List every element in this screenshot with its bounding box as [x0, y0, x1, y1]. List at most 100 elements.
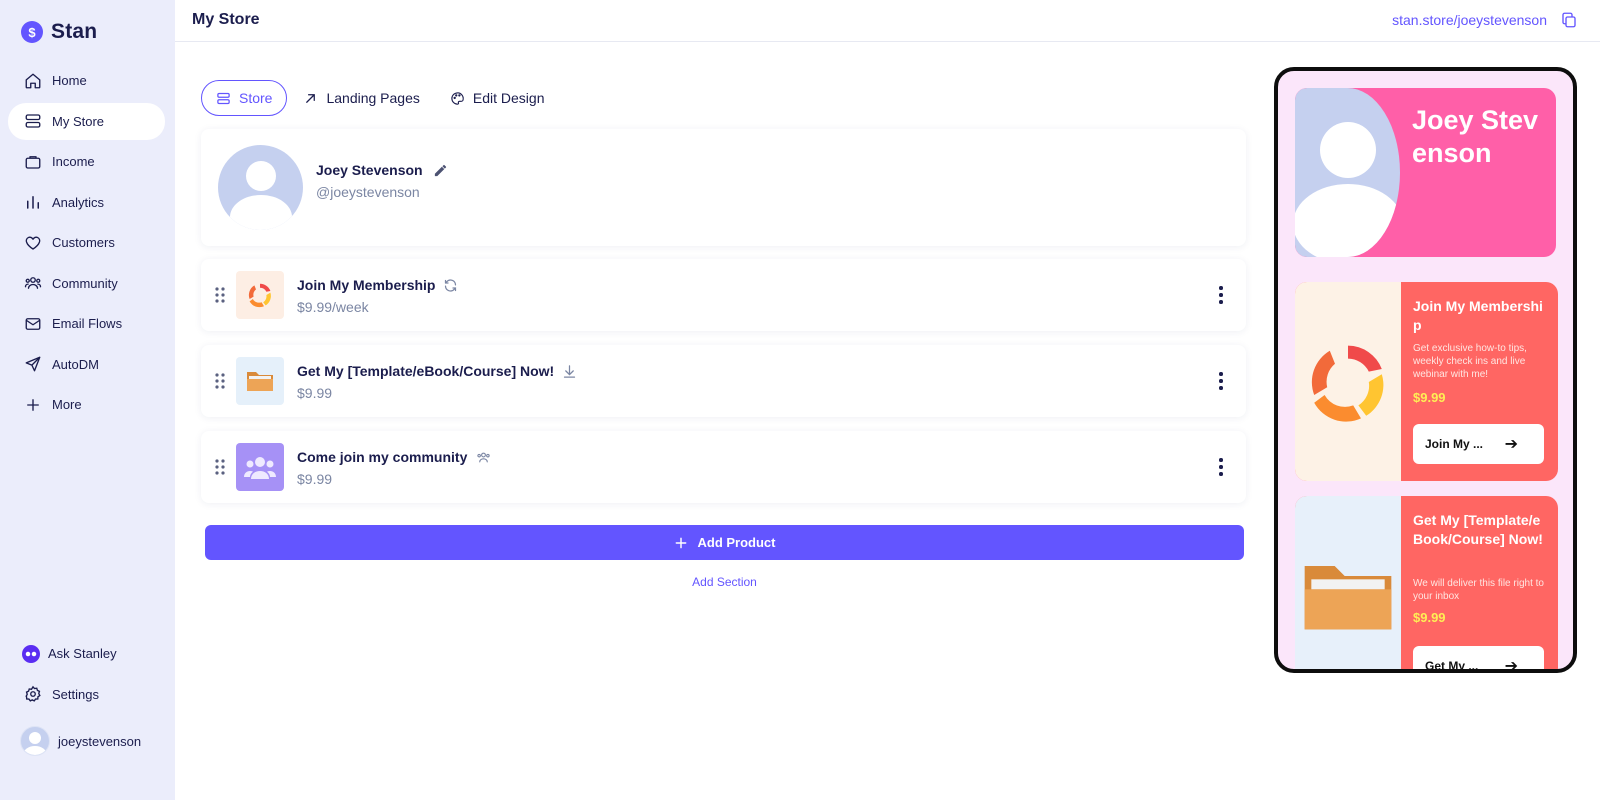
sidebar-item-ask-stanley[interactable]: Ask Stanley [8, 635, 165, 672]
profile-avatar[interactable] [218, 145, 303, 230]
group-icon [244, 457, 276, 479]
folder-icon [247, 372, 273, 391]
topbar: My Store stan.store/joeystevenson [175, 0, 1600, 42]
preview-cta-button[interactable]: Join My ... ➔ [1413, 424, 1544, 464]
tab-label: Store [239, 90, 273, 106]
bar-chart-icon [27, 196, 39, 209]
sidebar-item-my-store[interactable]: My Store [8, 102, 165, 140]
drag-handle-icon[interactable] [214, 458, 226, 476]
product-price: $9.99 [297, 471, 333, 487]
sidebar-item-email-flows[interactable]: Email Flows [8, 305, 165, 342]
sidebar-item-label: Home [52, 73, 87, 88]
recycle-arrows-icon [248, 283, 271, 308]
folder-icon [1304, 566, 1392, 630]
sidebar-item-label: Email Flows [52, 316, 123, 331]
tab-label: Edit Design [472, 90, 545, 106]
stanley-icon [22, 644, 40, 663]
store-icon [217, 92, 230, 104]
copy-icon[interactable] [1560, 11, 1578, 29]
tab-edit-design[interactable]: Edit Design [450, 80, 559, 116]
sidebar: $ Stan Home My Store Income Analytics Cu… [0, 0, 175, 800]
product-card[interactable]: Get My [Template/eBook/Course] Now! $9.9… [201, 345, 1246, 417]
plus-icon [675, 537, 686, 548]
brand[interactable]: $ Stan [21, 20, 97, 44]
preview-hero-name: Joey Stevenson [1412, 105, 1539, 168]
sidebar-item-customers[interactable]: Customers [8, 224, 165, 261]
preview-product-description: We will deliver this file right to your … [1413, 578, 1544, 602]
heart-icon [25, 236, 41, 250]
profile-handle: @joeystevenson [316, 184, 420, 200]
preview-product-title: Get My [Template/eBook/Course] Now! [1413, 512, 1543, 547]
preview-cta-label: Join My ... [1425, 437, 1484, 451]
stan-logo-icon: $ [21, 21, 43, 43]
avatar [20, 726, 50, 756]
profile-card: Joey Stevenson @joeystevenson [201, 129, 1246, 246]
product-thumbnail [236, 443, 284, 491]
add-product-label: Add Product [697, 535, 776, 550]
preview-product-image [1295, 282, 1401, 481]
profile-name: Joey Stevenson [316, 162, 423, 178]
sidebar-item-community[interactable]: Community [8, 265, 165, 302]
store-url-link[interactable]: stan.store/joeystevenson [1392, 12, 1547, 28]
product-thumbnail [236, 357, 284, 405]
more-options-icon[interactable] [1218, 286, 1224, 304]
product-thumbnail [236, 271, 284, 319]
arrow-right-icon: ➔ [1504, 436, 1518, 453]
recurring-icon [445, 278, 457, 292]
tab-landing-pages[interactable]: Landing Pages [303, 80, 433, 116]
preview-product-price: $9.99 [1413, 390, 1446, 405]
store-preview-phone: Joey Stevenson Join My Membership Get ex… [1274, 67, 1577, 673]
drag-handle-icon[interactable] [214, 372, 226, 390]
page-title: My Store [192, 11, 260, 28]
sidebar-item-label: My Store [52, 113, 105, 129]
profile-name-row: Joey Stevenson [316, 162, 448, 178]
product-title: Get My [Template/eBook/Course] Now! [297, 363, 555, 379]
sidebar-item-label: Analytics [52, 194, 105, 210]
preview-cta-label: Get My ... [1425, 659, 1479, 673]
sidebar-item-autodm[interactable]: AutoDM [8, 346, 165, 383]
sidebar-item-analytics[interactable]: Analytics [8, 184, 165, 221]
sidebar-item-label: Customers [52, 235, 115, 250]
product-title-row: Come join my community [297, 449, 492, 465]
product-title-row: Get My [Template/eBook/Course] Now! [297, 363, 577, 379]
sidebar-item-label: More [52, 397, 82, 412]
preview-product-price: $9.99 [1413, 610, 1446, 625]
preview-product-card[interactable]: Get My [Template/eBook/Course] Now! We w… [1295, 496, 1558, 673]
preview-product-image [1295, 496, 1401, 669]
sidebar-item-label: Community [52, 275, 118, 291]
sidebar-item-label: Ask Stanley [48, 646, 117, 661]
product-price: $9.99 [297, 385, 333, 401]
product-title: Join My Membership [297, 277, 436, 293]
community-icon [477, 452, 491, 462]
home-icon [25, 73, 41, 88]
send-icon [25, 356, 41, 372]
palette-icon [451, 91, 464, 105]
gear-icon [25, 685, 41, 702]
sidebar-item-home[interactable]: Home [8, 62, 165, 99]
user-profile-menu[interactable]: joeystevenson [20, 726, 141, 756]
more-options-icon[interactable] [1218, 458, 1224, 476]
more-options-icon[interactable] [1218, 372, 1224, 390]
preview-product-description: Get exclusive how-to tips, weekly check … [1413, 343, 1527, 380]
arrow-right-icon: ➔ [1504, 658, 1518, 673]
download-icon [564, 364, 576, 378]
sidebar-item-income[interactable]: Income [8, 143, 165, 180]
product-card[interactable]: Come join my community $9.99 [201, 431, 1246, 503]
product-price: $9.99/week [297, 299, 369, 315]
preview-product-card[interactable]: Join My Membership Get exclusive how-to … [1295, 282, 1558, 481]
preview-avatar [1295, 88, 1400, 257]
recycle-arrows-icon [1311, 345, 1384, 422]
sidebar-item-label: Income [52, 154, 95, 169]
product-card[interactable]: Join My Membership $9.99/week [201, 259, 1246, 331]
sidebar-item-more[interactable]: More [8, 386, 165, 423]
add-section-link[interactable]: Add Section [205, 575, 1244, 589]
tab-store[interactable]: Store [201, 80, 288, 116]
drag-handle-icon[interactable] [214, 286, 226, 304]
preview-cta-button[interactable]: Get My ... ➔ [1413, 646, 1544, 673]
add-product-button[interactable]: Add Product [205, 525, 1244, 560]
store-tabs: Store Landing Pages Edit Design [201, 80, 558, 116]
sidebar-item-settings[interactable]: Settings [8, 676, 165, 713]
sidebar-nav: Home My Store Income Analytics Customers… [8, 62, 165, 427]
pencil-icon[interactable] [433, 163, 448, 178]
sidebar-item-label: Settings [52, 686, 99, 702]
